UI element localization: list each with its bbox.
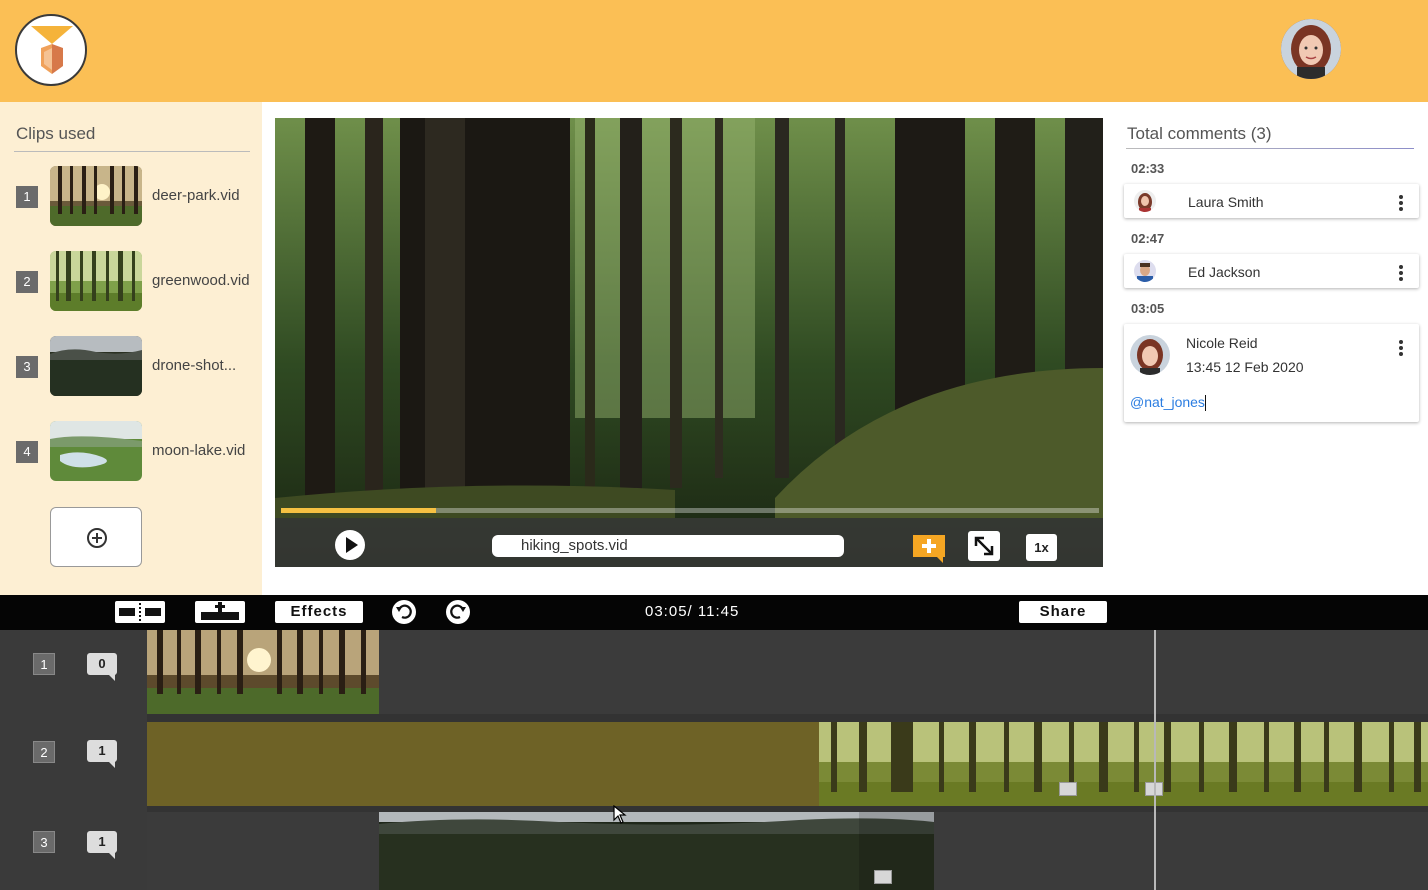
- add-comment-icon: [913, 535, 945, 563]
- app-logo[interactable]: [15, 14, 87, 86]
- comment-marker[interactable]: [1059, 782, 1077, 796]
- comment-count-badge: 0: [87, 653, 117, 681]
- insert-clip-button[interactable]: [195, 601, 245, 623]
- track-comment-count[interactable]: 0: [87, 653, 118, 681]
- editor-toolbar: Effects 03:05/ 11:45 Share: [0, 595, 1428, 630]
- mention-link[interactable]: @nat_jones: [1130, 394, 1205, 410]
- logo-icon: [31, 26, 73, 74]
- comment-time-marker[interactable]: 03:05: [1131, 301, 1164, 316]
- track-number: 2: [33, 741, 55, 763]
- avatar: [1130, 335, 1170, 375]
- video-player[interactable]: hiking_spots.vid 1x: [275, 118, 1103, 567]
- clips-title: Clips used: [16, 124, 96, 143]
- comment-timestamp: 13:45 12 Feb 2020: [1186, 359, 1304, 375]
- undo-icon: [396, 604, 412, 619]
- comment-card-ed-jackson[interactable]: Ed Jackson: [1124, 254, 1419, 288]
- fullscreen-button[interactable]: [968, 531, 1000, 561]
- divider: [1126, 148, 1414, 149]
- clip-number: 4: [16, 441, 38, 463]
- add-comment-button[interactable]: [913, 535, 945, 563]
- timeline-clip[interactable]: [379, 812, 934, 890]
- user-avatar-image: [1281, 19, 1341, 79]
- clip-item-drone-shot[interactable]: 3 drone-shot...: [16, 336, 256, 396]
- comment-count-badge: 1: [87, 740, 117, 768]
- clip-item-greenwood[interactable]: 2 greenwood.vid: [16, 251, 256, 311]
- timeline-track-1[interactable]: [147, 630, 1428, 714]
- avatar: [1134, 190, 1156, 212]
- comment-reply-input[interactable]: @nat_jones: [1130, 394, 1206, 412]
- timeline-clip[interactable]: [819, 722, 1428, 806]
- mouse-pointer-icon: [613, 804, 627, 830]
- timeline-playhead[interactable]: [1154, 630, 1156, 890]
- undo-button[interactable]: [392, 600, 416, 624]
- effects-button[interactable]: Effects: [275, 601, 363, 623]
- clip-name: drone-shot...: [152, 357, 237, 374]
- divider: [14, 151, 250, 152]
- track-number: 1: [33, 653, 55, 675]
- expand-icon: [974, 536, 994, 556]
- clip-name: deer-park.vid: [152, 187, 240, 204]
- clip-name: greenwood.vid: [152, 272, 250, 289]
- track-labels: 1 0 2 1 3 1: [0, 630, 147, 890]
- comment-card-laura-smith[interactable]: Laura Smith: [1124, 184, 1419, 218]
- clip-number: 1: [16, 186, 38, 208]
- comment-author: Ed Jackson: [1188, 264, 1261, 280]
- timeline: 1 0 2 1 3 1: [0, 630, 1428, 890]
- comment-marker[interactable]: [874, 870, 892, 884]
- comment-card-nicole-reid[interactable]: Nicole Reid 13:45 12 Feb 2020 @nat_jones: [1124, 324, 1419, 422]
- play-button[interactable]: [335, 530, 365, 560]
- clip-thumbnail: [50, 251, 142, 311]
- track-number: 3: [33, 831, 55, 853]
- track-comment-count[interactable]: 1: [87, 740, 118, 768]
- avatar: [1134, 260, 1156, 282]
- timeline-track-2[interactable]: [147, 722, 1428, 806]
- more-options-icon[interactable]: [1399, 195, 1403, 213]
- clip-number: 3: [16, 356, 38, 378]
- comments-title: Total comments (3): [1127, 124, 1272, 143]
- clip-thumbnail: [50, 336, 142, 396]
- player-controls: hiking_spots.vid 1x: [275, 518, 1103, 567]
- more-options-icon[interactable]: [1399, 265, 1403, 283]
- split-clip-button[interactable]: [115, 601, 165, 623]
- track-comment-count[interactable]: 1: [87, 831, 118, 859]
- scrubber-progress: [281, 508, 437, 513]
- video-filename: hiking_spots.vid: [492, 535, 844, 557]
- redo-button[interactable]: [446, 600, 470, 624]
- add-clip-button[interactable]: [50, 507, 142, 567]
- user-avatar[interactable]: [1281, 19, 1341, 79]
- share-button[interactable]: Share: [1019, 601, 1107, 623]
- split-icon: [119, 603, 161, 621]
- app-header: [0, 0, 1428, 102]
- clip-item-moon-lake[interactable]: 4 moon-lake.vid: [16, 421, 256, 481]
- video-frame: [275, 118, 1103, 567]
- timecode: 03:05/ 11:45: [645, 603, 740, 620]
- playback-speed-button[interactable]: 1x: [1026, 534, 1057, 561]
- clip-thumbnail: [50, 421, 142, 481]
- clip-item-deer-park[interactable]: 1 deer-park.vid: [16, 166, 256, 226]
- comment-author: Nicole Reid: [1186, 335, 1258, 351]
- timeline-clip-placeholder[interactable]: [147, 722, 819, 806]
- clip-name: moon-lake.vid: [152, 442, 246, 459]
- more-options-icon[interactable]: [1399, 340, 1403, 358]
- video-scrubber[interactable]: [281, 508, 1099, 513]
- clips-panel: Clips used 1 deer-park.vid 2 greenwood.v…: [0, 102, 262, 595]
- comment-count-badge: 1: [87, 831, 117, 859]
- text-caret: [1204, 395, 1206, 412]
- comment-author: Laura Smith: [1188, 194, 1264, 210]
- clip-thumbnail: [50, 166, 142, 226]
- plus-circle-icon: [87, 528, 107, 548]
- redo-icon: [450, 604, 466, 619]
- timeline-track-3[interactable]: [147, 812, 1428, 890]
- timeline-clip[interactable]: [147, 630, 379, 714]
- clip-number: 2: [16, 271, 38, 293]
- comment-time-marker[interactable]: 02:47: [1131, 231, 1164, 246]
- insert-icon: [201, 602, 239, 620]
- comment-time-marker[interactable]: 02:33: [1131, 161, 1164, 176]
